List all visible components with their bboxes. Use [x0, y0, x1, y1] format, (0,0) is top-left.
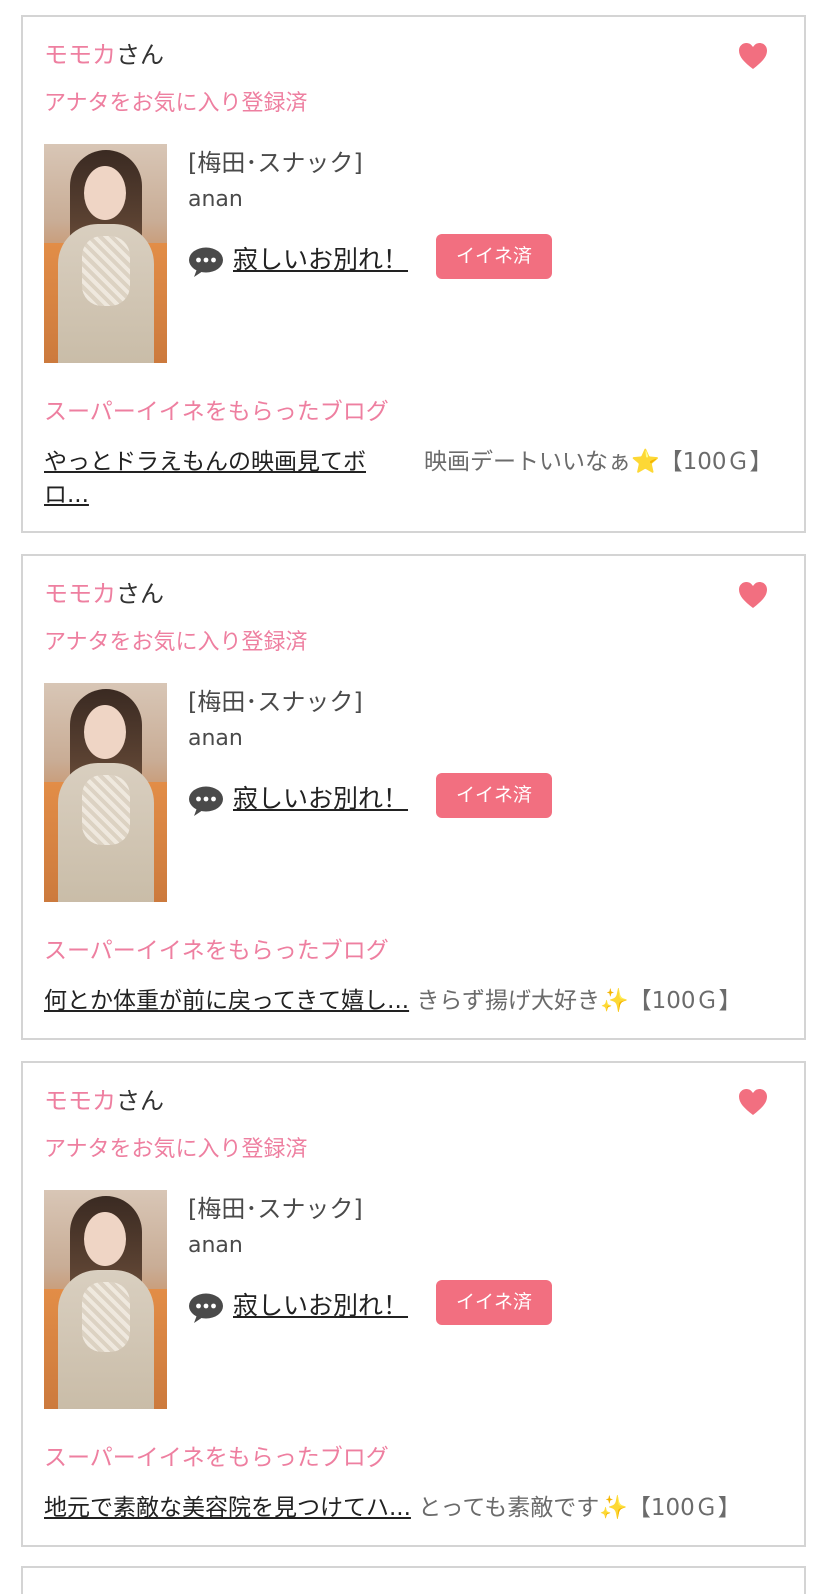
user-name[interactable]: モモカ — [44, 580, 116, 608]
blog-title-link[interactable]: 何とか体重が前に戻ってきて嬉し... — [44, 988, 409, 1014]
user-name[interactable]: モモカ — [44, 1087, 116, 1115]
super-like-blog-heading: スーパーイイネをもらったブログ — [44, 1445, 389, 1471]
blog-row: 地元で素敵な美容院を見つけてハ... とっても素敵です✨【100Ｇ】 — [44, 1492, 789, 1525]
honorific: さん — [116, 1087, 164, 1115]
profile-card-partial — [21, 1566, 806, 1594]
heart-icon[interactable] — [738, 581, 768, 609]
blog-comment: 映画デートいいなぁ⭐️【100Ｇ】 — [424, 449, 773, 475]
honorific: さん — [116, 580, 164, 608]
profile-card: モモカさん アナタをお気に入り登録済 [梅田･スナック] anan 寂しいお別れ… — [21, 554, 806, 1040]
shop-name: anan — [188, 726, 243, 751]
shop-area: [梅田･スナック] — [188, 149, 363, 177]
user-name-line[interactable]: モモカさん — [44, 1085, 164, 1117]
honorific: さん — [116, 41, 164, 69]
shop-name: anan — [188, 187, 243, 212]
super-like-blog-heading: スーパーイイネをもらったブログ — [44, 399, 389, 425]
like-done-badge[interactable]: イイネ済 — [436, 773, 552, 818]
blog-title-link[interactable]: やっとドラえもんの映画見てボロ... — [44, 446, 404, 512]
blog-title-link[interactable]: 地元で素敵な美容院を見つけてハ... — [44, 1495, 411, 1521]
profile-card: モモカさん アナタをお気に入り登録済 [梅田･スナック] anan 寂しいお別れ… — [21, 1061, 806, 1547]
favorite-status: アナタをお気に入り登録済 — [44, 630, 308, 655]
chat-bubble-icon — [188, 1292, 224, 1324]
favorites-list: モモカさん アナタをお気に入り登録済 [梅田･スナック] anan 寂しいお別れ… — [0, 0, 840, 1594]
chat-bubble-icon — [188, 246, 224, 278]
blog-comment: とっても素敵です✨【100Ｇ】 — [418, 1495, 741, 1521]
profile-card: モモカさん アナタをお気に入り登録済 [梅田･スナック] anan 寂しいお別れ… — [21, 15, 806, 533]
heart-icon[interactable] — [738, 42, 768, 70]
heart-icon[interactable] — [738, 1088, 768, 1116]
user-name-line[interactable]: モモカさん — [44, 578, 164, 610]
like-done-badge[interactable]: イイネ済 — [436, 234, 552, 279]
blog-comment: きらず揚げ大好き✨【100Ｇ】 — [416, 988, 742, 1014]
post-title-link[interactable]: 寂しいお別れ！ — [233, 243, 408, 277]
user-name-line[interactable]: モモカさん — [44, 39, 164, 71]
post-title-link[interactable]: 寂しいお別れ！ — [233, 782, 408, 816]
profile-photo[interactable] — [44, 683, 167, 902]
shop-name: anan — [188, 1233, 243, 1258]
blog-row: 何とか体重が前に戻ってきて嬉し... きらず揚げ大好き✨【100Ｇ】 — [44, 985, 789, 1018]
shop-area: [梅田･スナック] — [188, 688, 363, 716]
user-name[interactable]: モモカ — [44, 41, 116, 69]
favorite-status: アナタをお気に入り登録済 — [44, 1137, 308, 1162]
chat-bubble-icon — [188, 785, 224, 817]
profile-photo[interactable] — [44, 1190, 167, 1409]
like-done-badge[interactable]: イイネ済 — [436, 1280, 552, 1325]
favorite-status: アナタをお気に入り登録済 — [44, 91, 308, 116]
shop-area: [梅田･スナック] — [188, 1195, 363, 1223]
super-like-blog-heading: スーパーイイネをもらったブログ — [44, 938, 389, 964]
post-title-link[interactable]: 寂しいお別れ！ — [233, 1289, 408, 1323]
profile-photo[interactable] — [44, 144, 167, 363]
